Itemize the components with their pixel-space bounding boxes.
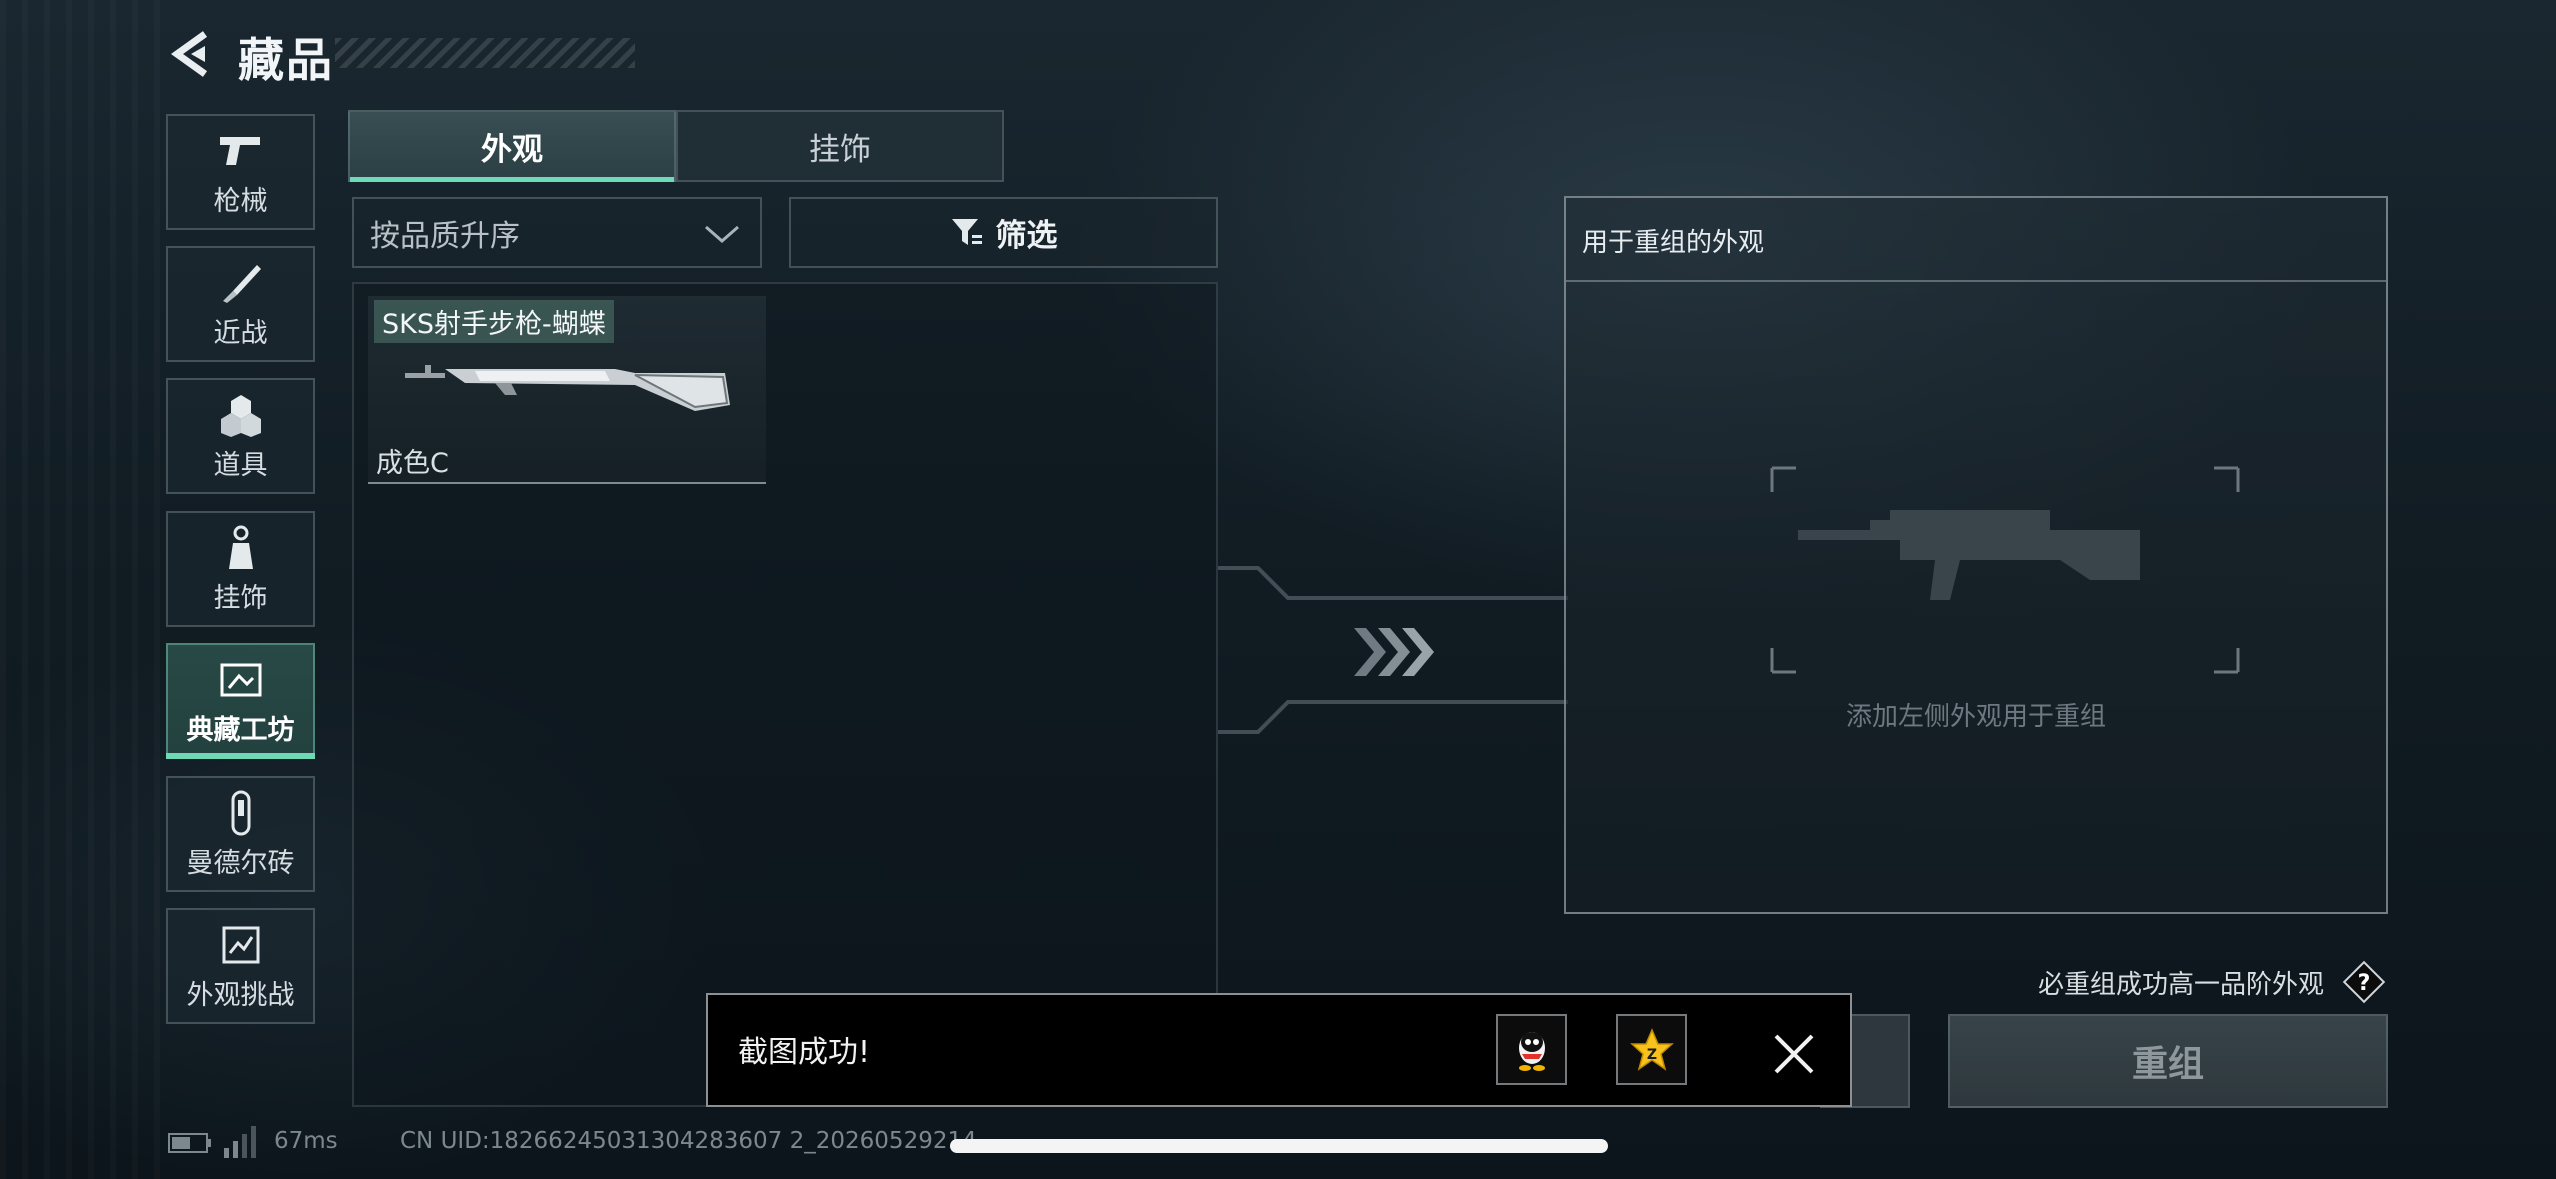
sidebar-item-melee[interactable]: 近战 xyxy=(166,246,315,362)
battery-icon xyxy=(168,1133,211,1153)
page-title: 藏品 xyxy=(238,33,334,87)
sidebar-item-label: 挂饰 xyxy=(213,582,268,614)
sidebar-item-label: 曼德尔砖 xyxy=(186,847,295,879)
sidebar-item-workshop[interactable]: 典藏工坊 xyxy=(166,643,315,759)
workshop-icon xyxy=(214,656,268,704)
forward-arrows-icon xyxy=(1354,628,1434,676)
sidebar-item-mandel-brick[interactable]: 曼德尔砖 xyxy=(166,776,315,892)
qq-share-button[interactable] xyxy=(1496,1014,1567,1085)
svg-text:Z: Z xyxy=(1646,1047,1656,1063)
ping-readout: 67ms xyxy=(274,1128,338,1154)
filter-icon xyxy=(951,218,982,245)
help-icon[interactable]: ? xyxy=(2342,960,2386,1004)
sidebar-item-challenge[interactable]: 外观挑战 xyxy=(166,908,315,1024)
knife-icon xyxy=(214,259,268,307)
brick-icon xyxy=(214,789,268,837)
filter-label: 筛选 xyxy=(995,218,1058,254)
signal-icon xyxy=(224,1126,256,1158)
rifle-placeholder-icon[interactable] xyxy=(1760,460,2250,680)
tab-appearance[interactable]: 外观 xyxy=(348,110,676,182)
background-stripes xyxy=(0,0,160,1179)
sidebar-item-label: 近战 xyxy=(213,317,268,349)
item-grade: 成色C xyxy=(376,448,449,479)
guarantee-note: 必重组成功高一品阶外观 xyxy=(2038,970,2325,1000)
challenge-icon xyxy=(214,921,268,969)
svg-text:?: ? xyxy=(2358,971,2371,996)
sidebar-item-items[interactable]: 道具 xyxy=(166,378,315,494)
home-indicator[interactable] xyxy=(950,1139,1608,1153)
grenade-icon xyxy=(214,391,268,439)
remix-button[interactable]: 重组 xyxy=(1948,1014,2388,1108)
qzone-share-button[interactable]: Z xyxy=(1616,1014,1687,1085)
sort-value: 按品质升序 xyxy=(370,218,520,254)
tab-charms[interactable]: 挂饰 xyxy=(676,110,1004,182)
title-decoration xyxy=(335,38,635,68)
sidebar-item-label: 外观挑战 xyxy=(186,979,295,1011)
uid-text: CN UID:18266245031304283607 2_2026052921… xyxy=(400,1128,977,1154)
chevron-down-icon xyxy=(705,225,739,243)
sort-select[interactable]: 按品质升序 xyxy=(352,197,762,268)
sidebar-item-label: 典藏工坊 xyxy=(186,714,295,746)
sidebar-item-label: 道具 xyxy=(213,449,268,481)
toast-message: 截图成功! xyxy=(738,1035,871,1070)
back-arrow-icon[interactable] xyxy=(165,28,217,80)
qzone-star-icon: Z xyxy=(1629,1027,1674,1071)
close-icon[interactable] xyxy=(1764,1024,1824,1084)
sidebar-item-guns[interactable]: 枪械 xyxy=(166,114,315,230)
pistol-icon xyxy=(214,127,268,175)
charm-icon xyxy=(214,524,268,572)
filter-button[interactable]: 筛选 xyxy=(789,197,1218,268)
remix-hint: 添加左侧外观用于重组 xyxy=(1845,702,2106,732)
qq-icon xyxy=(1518,1031,1545,1071)
remix-panel-title: 用于重组的外观 xyxy=(1582,228,1765,258)
sidebar-item-label: 枪械 xyxy=(213,185,268,217)
sidebar-item-charms[interactable]: 挂饰 xyxy=(166,511,315,627)
item-name: SKS射手步枪-蝴蝶 xyxy=(374,300,614,343)
rifle-image xyxy=(405,365,730,411)
